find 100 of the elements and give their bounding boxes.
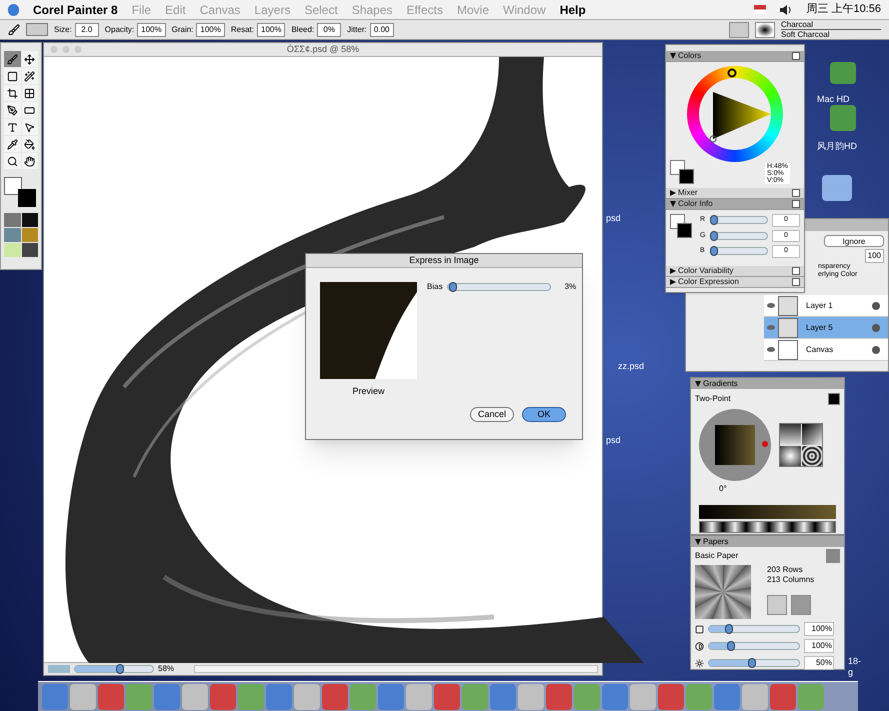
slider-reading[interactable]: 50% xyxy=(804,656,834,670)
slider-thumb[interactable] xyxy=(448,282,457,292)
desktop-icon-label[interactable]: Mac HD xyxy=(817,93,850,106)
slider-thumb[interactable] xyxy=(710,246,718,256)
tool-button[interactable] xyxy=(22,85,38,101)
lock-icon xyxy=(872,346,880,354)
library-selectors[interactable] xyxy=(4,213,38,257)
angle-label: 0° xyxy=(719,484,727,493)
window-title: ÒΣΣ¢.psd @ 58% xyxy=(286,42,360,56)
composite-method-dropdown[interactable]: Ignore xyxy=(824,235,884,247)
gradient-name: Two-Point xyxy=(695,393,731,405)
tool-button[interactable] xyxy=(4,119,20,135)
apple-icon[interactable] xyxy=(8,4,19,16)
horizontal-scrollbar[interactable] xyxy=(194,665,598,673)
menu-clock[interactable]: 周三 上午10:56 xyxy=(806,1,881,18)
layer-row[interactable]: Layer 5 xyxy=(764,317,888,339)
paper-swatch-icon[interactable] xyxy=(826,549,840,563)
opacity-field[interactable]: 100 xyxy=(864,249,884,263)
close-icon[interactable] xyxy=(792,52,800,60)
gradient-type-grid[interactable] xyxy=(779,423,823,467)
volume-icon[interactable] xyxy=(780,4,792,14)
value-field[interactable]: 2.0 xyxy=(74,22,99,36)
value-field[interactable]: 100% xyxy=(196,22,225,36)
layer-row[interactable]: Canvas xyxy=(764,339,888,361)
tool-button[interactable] xyxy=(22,68,38,84)
contrast-icon xyxy=(695,642,704,650)
eye-icon[interactable] xyxy=(767,347,775,352)
slider-fill[interactable] xyxy=(75,666,118,672)
disclosure-icon[interactable] xyxy=(695,538,701,544)
magic-wand-icon xyxy=(24,70,36,82)
app-menu[interactable]: Corel Painter 8 xyxy=(33,0,118,18)
layer-thumbnail xyxy=(778,296,798,316)
eye-icon[interactable] xyxy=(767,303,775,308)
value-field[interactable]: 100% xyxy=(257,22,286,36)
desktop-icon-label[interactable]: zz.psd xyxy=(618,360,644,374)
desktop-icon-label[interactable]: 风月韵HD xyxy=(817,140,857,154)
eye-icon[interactable] xyxy=(767,325,775,330)
value-field[interactable]: 0.00 xyxy=(370,22,394,36)
dropper-icon xyxy=(6,138,18,150)
brightness-icon xyxy=(695,658,704,668)
desktop-icon-label[interactable]: psd xyxy=(606,434,621,448)
panel-header[interactable]: Color Info xyxy=(666,199,804,210)
color-swatches[interactable] xyxy=(670,214,692,238)
text-icon xyxy=(6,122,18,132)
slider-fill[interactable] xyxy=(709,643,729,649)
desktop-icon-label[interactable]: g xyxy=(848,666,854,680)
gradient-swatch-icon[interactable] xyxy=(828,393,840,405)
desktop-icon-label[interactable]: psd xyxy=(606,212,621,226)
paper-name: Basic Paper xyxy=(695,550,738,562)
slider-reading[interactable]: 100% xyxy=(804,622,834,636)
gradient-order-strip[interactable] xyxy=(699,521,836,533)
value-field[interactable]: 0% xyxy=(317,22,342,36)
tool-button[interactable] xyxy=(22,153,38,169)
slider-fill[interactable] xyxy=(709,626,727,632)
tool-button[interactable] xyxy=(4,153,20,169)
layer-row[interactable]: Layer 1 xyxy=(764,295,888,317)
panel-header[interactable]: Colors xyxy=(666,51,804,62)
rectangle-select-icon xyxy=(6,70,18,82)
tool-button[interactable] xyxy=(4,136,20,152)
disclosure-icon[interactable] xyxy=(695,380,701,386)
tool-button[interactable] xyxy=(22,119,38,135)
slider-thumb[interactable] xyxy=(710,215,718,226)
slider-thumb[interactable] xyxy=(116,664,124,674)
brush-dab-icon[interactable] xyxy=(755,22,775,38)
layer-name: Layer 5 xyxy=(805,322,834,334)
field-label: Size: xyxy=(54,24,72,36)
zoom-reading: 58% xyxy=(158,663,174,675)
menu-item[interactable]: Help xyxy=(560,0,586,18)
panel-header[interactable]: Color Variability xyxy=(666,266,804,277)
color-swatches[interactable] xyxy=(4,177,36,207)
drive-icon[interactable] xyxy=(830,62,856,84)
paper-rows: 203 Rows xyxy=(767,565,814,575)
slider-reading[interactable]: 100% xyxy=(804,639,834,653)
tool-button[interactable] xyxy=(4,102,20,118)
pen-icon xyxy=(6,104,18,116)
slider-thumb[interactable] xyxy=(748,658,756,668)
tool-button[interactable] xyxy=(22,51,38,67)
brush-variant[interactable]: Soft Charcoal xyxy=(781,30,881,39)
tool-button[interactable] xyxy=(4,68,20,84)
tool-button[interactable] xyxy=(4,51,20,67)
tool-button[interactable] xyxy=(22,136,38,152)
slider-fill[interactable] xyxy=(709,660,750,666)
dialog-title: Express in Image xyxy=(409,254,479,267)
slider-thumb[interactable] xyxy=(710,230,718,241)
panel-header[interactable]: Mixer xyxy=(666,188,804,199)
brush-category[interactable]: Charcoal xyxy=(781,20,881,30)
color-swatches[interactable] xyxy=(670,160,694,184)
cancel-button[interactable]: Cancel xyxy=(470,406,514,422)
flag-icon[interactable] xyxy=(754,5,766,14)
desktop-icon-label[interactable]: 18- xyxy=(848,655,862,668)
panel-title: Mixer xyxy=(678,187,699,199)
panel-header[interactable]: Color Expression xyxy=(666,277,804,288)
tool-button[interactable] xyxy=(22,102,38,118)
disclosure-icon[interactable] xyxy=(670,53,676,59)
value-field[interactable]: 100% xyxy=(137,22,166,36)
brush-icon[interactable] xyxy=(8,24,20,36)
ok-button[interactable]: OK xyxy=(522,406,566,422)
hand-icon xyxy=(24,156,36,166)
tool-button[interactable] xyxy=(4,85,20,101)
panel-title: Gradients xyxy=(703,378,739,390)
